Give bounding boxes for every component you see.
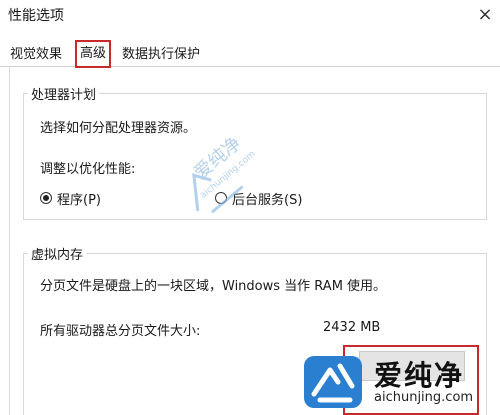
window-title: 性能选项 [8, 8, 64, 24]
radio-background-services[interactable] [215, 192, 227, 204]
radio-background-services-label[interactable]: 后台服务(S) [232, 189, 302, 208]
virtual-memory-description: 分页文件是硬盘上的一块区域，Windows 当作 RAM 使用。 [40, 279, 387, 294]
close-button[interactable]: × [470, 0, 500, 28]
change-button-highlight [343, 345, 479, 415]
adjust-for-label: 调整以优化性能: [40, 162, 136, 177]
tab-strip: 视觉效果 高级 数据执行保护 [0, 40, 500, 68]
tab-data-execution-prevention[interactable]: 数据执行保护 [118, 44, 204, 66]
processor-scheduling-description: 选择如何分配处理器资源。 [40, 121, 197, 136]
processor-scheduling-title: 处理器计划 [28, 84, 100, 103]
tab-visual-effects[interactable]: 视觉效果 [6, 44, 66, 66]
tab-advanced[interactable]: 高级 [75, 40, 112, 68]
close-icon: × [477, 3, 493, 25]
total-paging-size-value: 2432 MB [323, 320, 381, 335]
radio-programs-label[interactable]: 程序(P) [57, 189, 101, 208]
tab-label: 数据执行保护 [122, 47, 201, 62]
total-paging-size-label: 所有驱动器总分页文件大小: [40, 324, 201, 339]
change-button[interactable] [359, 351, 465, 381]
tab-label: 视觉效果 [10, 47, 63, 62]
performance-options-window: 性能选项 × 视觉效果 高级 数据执行保护 处理器计划 选择如何分配处理器资源。… [0, 0, 500, 415]
radio-programs[interactable] [40, 192, 52, 204]
virtual-memory-title: 虚拟内存 [28, 244, 87, 263]
tab-panel-border [9, 66, 10, 415]
tab-label: 高级 [80, 46, 107, 61]
